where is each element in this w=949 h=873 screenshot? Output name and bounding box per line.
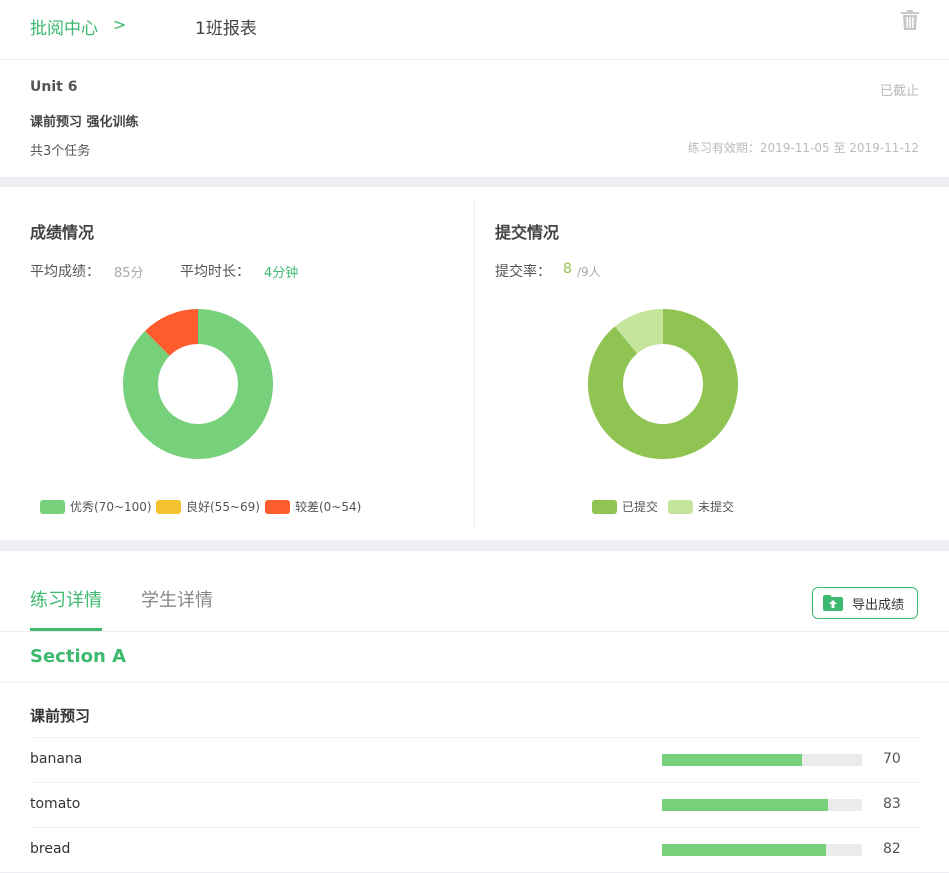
total-count: /9人 (577, 265, 601, 279)
validity-period: 练习有效期：2019-11-05 至 2019-11-12 (687, 141, 919, 155)
list-item: bread 82 (30, 827, 920, 873)
legend-swatch (668, 499, 693, 514)
legend-label: 较差(0~54) (295, 500, 362, 514)
status-badge: 已截止 (879, 84, 919, 99)
task-name: 课前预习 强化训练 (30, 115, 139, 130)
item-name: banana (30, 751, 83, 767)
legend-good: 良好(55~69) (156, 498, 260, 515)
submission-title: 提交情况 (495, 223, 560, 242)
legend-swatch (156, 499, 181, 514)
page-title: 1班报表 (195, 19, 257, 39)
export-button-label: 导出成绩 (852, 597, 905, 613)
submitted-count: 8 (563, 261, 572, 277)
legend-excellent: 优秀(70~100) (40, 498, 152, 515)
item-score: 82 (883, 841, 901, 857)
list-item: tomato 83 (30, 782, 920, 828)
list-item: banana 70 (30, 737, 920, 783)
section-title: Section A (30, 646, 126, 667)
progress-track (662, 844, 862, 856)
item-score: 83 (883, 796, 901, 812)
progress-track (662, 799, 862, 811)
item-name: bread (30, 841, 71, 857)
export-scores-button[interactable]: 导出成绩 (812, 587, 918, 619)
progress-fill (662, 844, 826, 856)
item-name: tomato (30, 796, 81, 812)
stats-divider (474, 197, 475, 530)
progress-fill (662, 799, 828, 811)
avg-score-value: 85分 (114, 266, 144, 281)
assignment-info-card (0, 60, 949, 177)
group-title: 课前预习 (30, 707, 91, 725)
submission-donut-chart (588, 309, 738, 459)
item-score: 70 (883, 751, 901, 767)
avg-time-value: 4分钟 (264, 266, 299, 281)
legend-label: 未提交 (698, 500, 735, 514)
section-divider (0, 682, 949, 683)
legend-label: 优秀(70~100) (70, 500, 152, 514)
legend-swatch (265, 499, 290, 514)
folder-upload-icon (823, 595, 843, 611)
legend-poor: 较差(0~54) (265, 498, 361, 515)
progress-fill (662, 754, 802, 766)
score-donut-chart (123, 309, 273, 459)
trash-icon[interactable] (901, 10, 919, 30)
breadcrumb-separator: > (113, 15, 127, 34)
unit-label: Unit 6 (30, 79, 78, 95)
tabs-divider (0, 631, 949, 632)
tab-exercise-details[interactable]: 练习详情 (30, 586, 102, 612)
legend-swatch (592, 499, 617, 514)
submit-rate-label: 提交率： (495, 264, 551, 280)
scores-title: 成绩情况 (30, 223, 95, 242)
task-count: 共3个任务 (30, 144, 91, 159)
legend-submitted: 已提交 (592, 498, 658, 515)
breadcrumb-link[interactable]: 批阅中心 (30, 14, 98, 39)
legend-label: 已提交 (622, 500, 659, 514)
progress-track (662, 754, 862, 766)
legend-swatch (40, 499, 65, 514)
tab-student-details[interactable]: 学生详情 (141, 586, 213, 612)
avg-score-label: 平均成绩： (30, 264, 100, 280)
avg-time-label: 平均时长： (180, 264, 250, 280)
header-bar (0, 0, 949, 60)
legend-label: 良好(55~69) (186, 500, 260, 514)
legend-not-submitted: 未提交 (668, 498, 734, 515)
